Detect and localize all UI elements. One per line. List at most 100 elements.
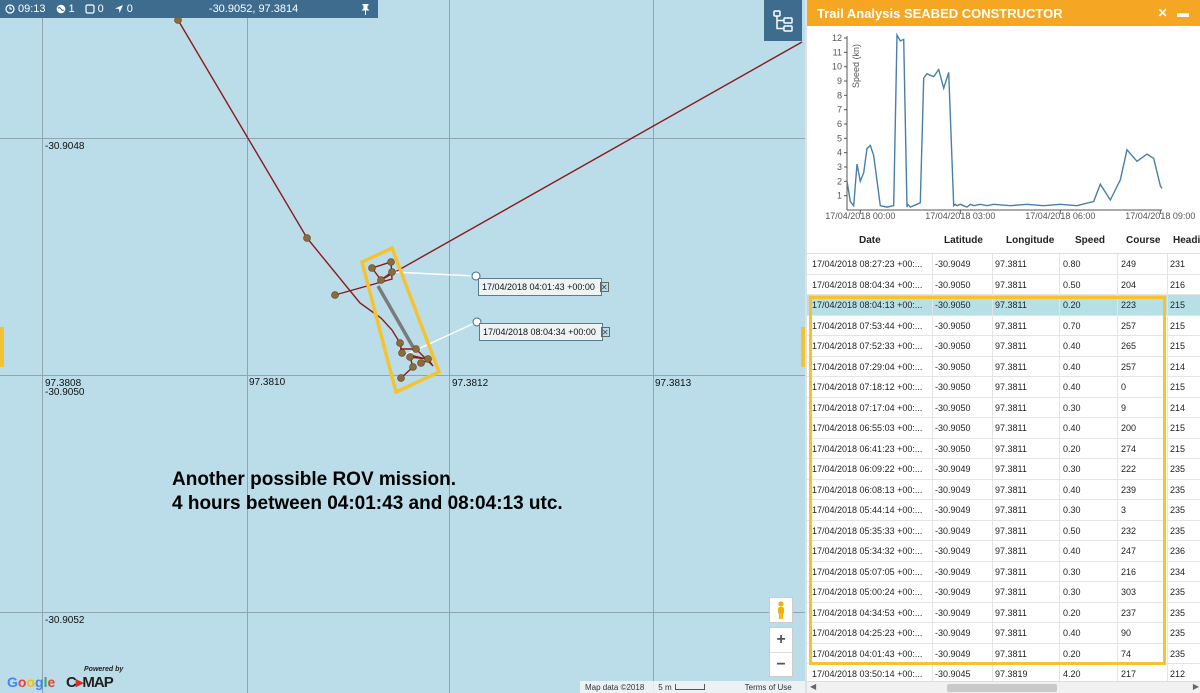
track-point[interactable] [387,258,395,266]
track-point[interactable] [409,363,417,371]
track-point[interactable] [396,339,404,347]
track-point[interactable] [398,349,406,357]
table-row[interactable]: 17/04/2018 07:17:04 +00:... -30.9050 97.38… [807,397,1200,418]
column-header-heading[interactable]: Heading [1173,235,1200,246]
track-point[interactable] [397,374,405,382]
table-row[interactable]: 17/04/2018 05:35:33 +00:... -30.9049 97.38… [807,520,1200,541]
table-row[interactable]: 17/04/2018 04:34:53 +00:... -30.9049 97.38… [807,602,1200,623]
column-separator [932,356,933,376]
column-header-date[interactable]: Date [859,235,881,246]
column-separator [1059,438,1060,458]
cell-course: 247 [1121,546,1137,556]
track-point[interactable] [424,355,432,363]
cell-speed: 0.40 [1063,484,1081,495]
track-point[interactable] [377,276,385,284]
column-separator [932,541,933,561]
horizontal-scrollbar[interactable]: ◀ ▶ [807,681,1200,693]
table-row[interactable]: 17/04/2018 06:55:03 +00:... -30.9050 97.38… [807,418,1200,439]
cell-date: 17/04/2018 04:34:53 +00:... [812,607,923,618]
track-point[interactable] [417,359,425,367]
column-header-latitude[interactable]: Latitude [944,235,983,246]
cell-speed: 4.20 [1063,669,1081,679]
street-view-pegman-icon[interactable] [769,597,793,623]
terms-link[interactable]: Terms of Use [745,683,792,692]
scroll-left-icon[interactable]: ◀ [810,682,816,691]
table-row[interactable]: 17/04/2018 07:29:04 +00:... -30.9050 97.38… [807,356,1200,377]
cell-heading: 212 [1170,669,1186,679]
column-header-course[interactable]: Course [1126,235,1160,246]
cell-latitude: -30.9045 [935,669,971,679]
trail-analysis-panel: Trail Analysis SEABED CONSTRUCTOR ✕ ▬ 12… [805,0,1200,693]
panel-controls: ✕ ▬ [1158,6,1192,20]
column-separator [1059,643,1060,663]
table-row[interactable]: 17/04/2018 07:52:33 +00:... -30.9050 97.38… [807,336,1200,357]
column-separator [992,336,993,356]
table-row[interactable]: 17/04/2018 08:04:13 +00:... -30.9050 97.38… [807,295,1200,316]
cell-longitude: 97.3811 [995,546,1027,556]
globe-item[interactable]: 1 [51,0,80,18]
table-row[interactable]: 17/04/2018 07:18:12 +00:... -30.9050 97.38… [807,377,1200,398]
scrollbar-thumb[interactable] [947,684,1057,692]
nav-item[interactable]: 0 [109,0,138,18]
close-icon[interactable]: ✕ [599,282,609,292]
minimize-icon[interactable]: ▬ [1177,6,1192,20]
column-separator [1167,520,1168,540]
left-panel-handle[interactable] [0,327,4,367]
cell-heading: 236 [1170,546,1186,556]
table-row[interactable]: 17/04/2018 05:34:32 +00:... -30.9049 97.38… [807,541,1200,562]
table-row[interactable]: 17/04/2018 08:04:34 +00:... -30.9050 97.38… [807,274,1200,295]
column-separator [992,520,993,540]
track-point[interactable] [331,291,339,299]
table-row[interactable]: 17/04/2018 05:00:24 +00:... -30.9049 97.38… [807,582,1200,603]
track-point[interactable] [303,234,311,242]
column-separator [992,541,993,561]
table-row[interactable]: 17/04/2018 08:27:23 +00:... -30.9049 97.38… [807,254,1200,275]
table-row[interactable]: 17/04/2018 04:25:23 +00:... -30.9049 97.38… [807,623,1200,644]
scroll-right-icon[interactable]: ▶ [1193,682,1199,691]
column-header-longitude[interactable]: Longitude [1006,235,1054,246]
time-popup-text: 17/04/2018 04:01:43 +00:00 [482,282,595,292]
cell-heading: 235 [1170,628,1186,638]
layers-button[interactable] [764,0,802,41]
column-separator [1167,418,1168,438]
close-icon[interactable]: ✕ [600,327,610,337]
cell-date: 17/04/2018 05:07:05 +00:... [812,566,923,577]
track-point[interactable] [412,345,420,353]
y-tick-label: 12 [832,33,842,43]
zoom-out-button[interactable]: − [770,653,792,677]
cell-latitude: -30.9050 [935,443,971,454]
track-point[interactable] [406,353,414,361]
pin-icon[interactable] [353,0,378,18]
navigation-arrow-icon [114,5,123,13]
column-separator [992,561,993,581]
column-header-speed[interactable]: Speed [1075,235,1105,246]
cell-heading: 215 [1170,423,1186,433]
cell-date: 17/04/2018 06:08:13 +00:... [812,484,923,495]
table-row[interactable]: 17/04/2018 06:41:23 +00:... -30.9050 97.38… [807,438,1200,459]
track-point[interactable] [368,264,376,272]
zoom-in-button[interactable]: + [770,628,792,652]
track-point[interactable] [388,268,396,276]
map-view[interactable]: -30.9048 97.3808 -30.9050 97.3810 97.381… [0,0,805,693]
cell-latitude: -30.9049 [935,546,971,556]
column-separator [932,643,933,663]
table-row[interactable]: 17/04/2018 05:07:05 +00:... -30.9049 97.38… [807,561,1200,582]
column-separator [1167,582,1168,602]
table-row[interactable]: 17/04/2018 05:44:14 +00:... -30.9049 97.38… [807,500,1200,521]
table-row[interactable]: 17/04/2018 06:09:22 +00:... -30.9049 97.38… [807,459,1200,480]
table-row[interactable]: 17/04/2018 07:53:44 +00:... -30.9050 97.38… [807,315,1200,336]
cell-speed: 0.30 [1063,464,1081,474]
cell-speed: 0.40 [1063,341,1081,351]
table-row[interactable]: 17/04/2018 04:01:43 +00:... -30.9049 97.38… [807,643,1200,664]
close-icon[interactable]: ✕ [1158,6,1171,20]
table-row[interactable]: 17/04/2018 06:08:13 +00:... -30.9049 97.38… [807,479,1200,500]
cell-heading: 216 [1170,279,1186,290]
globe-count: 1 [68,3,75,15]
map-attribution: Map data ©2018 5 m Terms of Use [580,681,805,693]
column-separator [1117,356,1118,376]
column-separator [932,582,933,602]
cell-date: 17/04/2018 06:09:22 +00:... [812,464,923,474]
annotation-line: Another possible ROV mission. [172,469,456,490]
square-item[interactable]: 0 [80,0,109,18]
cell-longitude: 97.3811 [995,607,1027,618]
